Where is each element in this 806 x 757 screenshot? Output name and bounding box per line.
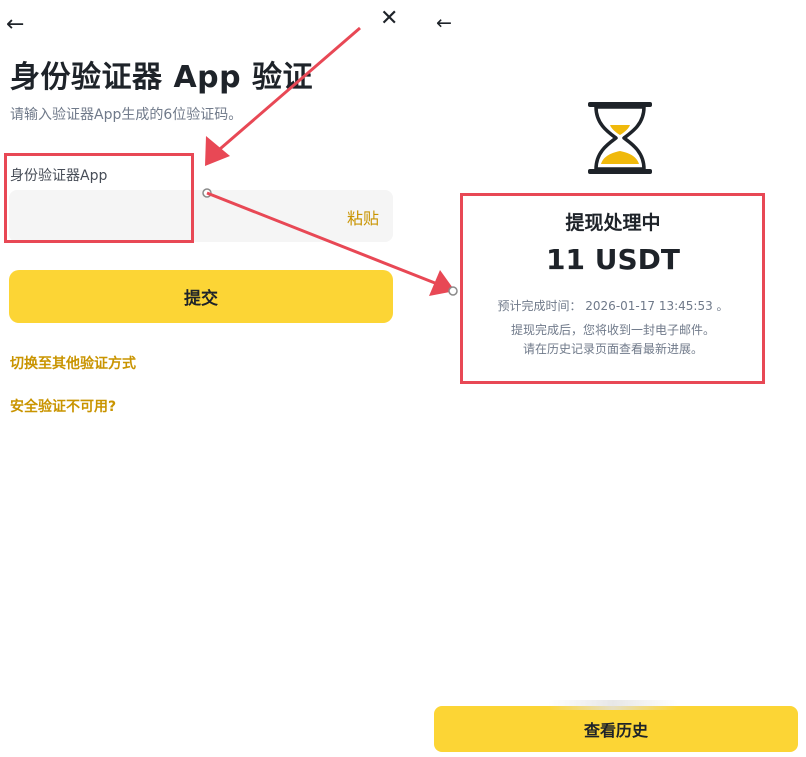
submit-button[interactable]: 提交 (9, 270, 393, 323)
highlight-box-label (4, 153, 194, 243)
security-verification-unavailable-link[interactable]: 安全验证不可用? (10, 396, 116, 416)
paste-button[interactable]: 粘贴 (347, 205, 379, 229)
page-subtitle: 请输入验证器App生成的6位验证码。 (10, 107, 243, 123)
switch-verification-method-link[interactable]: 切换至其他验证方式 (10, 353, 136, 373)
withdrawal-status-screen: ← 提现处理中 11 USDT 预计完成时间： 2026-01-17 13:45… (420, 0, 806, 757)
arrow-left-icon[interactable]: ← (436, 12, 452, 34)
close-icon[interactable]: ✕ (380, 8, 398, 30)
blurred-region (548, 700, 678, 710)
view-history-button[interactable]: 查看历史 (434, 706, 798, 752)
verification-screen: ← ✕ 身份验证器 App 验证 请输入验证器App生成的6位验证码。 身份验证… (0, 0, 420, 757)
hourglass-icon (588, 102, 652, 174)
arrow-left-icon[interactable]: ← (6, 14, 24, 36)
page-title: 身份验证器 App 验证 (10, 60, 314, 95)
highlight-box-status (460, 193, 765, 384)
